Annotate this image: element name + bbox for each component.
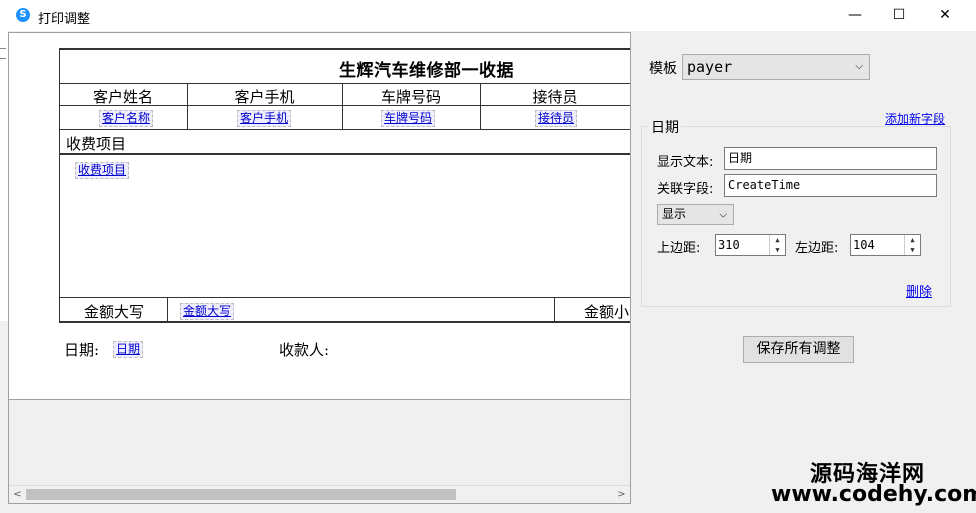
field-plate-number[interactable]: 车牌号码 xyxy=(381,110,436,127)
header-customer-name: 客户姓名 xyxy=(92,88,153,106)
amount-lower-label: 金额小 xyxy=(584,303,630,321)
header-plate-number: 车牌号码 xyxy=(380,88,441,106)
stepper-up-icon[interactable]: ▲ xyxy=(905,235,920,245)
close-button[interactable]: ✕ xyxy=(922,0,968,31)
left-margin-value: 104 xyxy=(853,238,875,252)
save-all-button[interactable]: 保存所有调整 xyxy=(743,336,854,363)
scroll-thumb[interactable] xyxy=(26,489,456,500)
row-divider xyxy=(59,129,630,130)
left-margin-label: 左边距: xyxy=(795,241,839,256)
header-receptionist: 接待员 xyxy=(532,88,578,106)
display-text-label: 显示文本: xyxy=(657,155,714,170)
date-label: 日期: xyxy=(64,341,100,359)
scroll-left-arrow[interactable]: < xyxy=(9,486,26,503)
stepper-buttons[interactable]: ▲ ▼ xyxy=(904,235,920,255)
receipt-top-border xyxy=(59,48,630,50)
group-title: 日期 xyxy=(649,117,681,137)
window-title: 打印调整 xyxy=(38,12,91,27)
add-field-link[interactable]: 添加新字段 xyxy=(885,110,945,127)
template-select[interactable]: payer ⌵ xyxy=(682,54,870,80)
chevron-down-icon: ⌵ xyxy=(855,61,863,72)
maximize-button[interactable]: ☐ xyxy=(876,0,922,31)
field-customer-phone[interactable]: 客户手机 xyxy=(237,110,292,127)
column-divider xyxy=(167,297,168,321)
template-select-value: payer xyxy=(687,58,733,76)
related-field-input[interactable]: CreateTime xyxy=(724,174,937,197)
print-preview-canvas[interactable]: 生辉汽车维修部一收据 客户姓名 客户手机 车牌号码 接待员 客户名称 客户手机 … xyxy=(8,32,631,504)
stepper-down-icon[interactable]: ▼ xyxy=(770,245,785,255)
left-margin-stepper[interactable]: 104 ▲ ▼ xyxy=(850,234,921,256)
visibility-select[interactable]: 显示 ⌵ xyxy=(657,204,734,225)
chevron-down-icon: ⌵ xyxy=(719,209,727,220)
field-customer-name[interactable]: 客户名称 xyxy=(99,110,154,127)
top-margin-value: 310 xyxy=(718,238,740,252)
row-divider xyxy=(59,153,630,155)
payee-label: 收款人: xyxy=(279,341,330,359)
receipt-paper: 生辉汽车维修部一收据 客户姓名 客户手机 车牌号码 接待员 客户名称 客户手机 … xyxy=(9,33,630,400)
column-divider xyxy=(554,297,555,321)
top-margin-stepper[interactable]: 310 ▲ ▼ xyxy=(715,234,786,256)
header-customer-phone: 客户手机 xyxy=(234,88,295,106)
edge-mark xyxy=(0,48,6,49)
display-text-input[interactable]: 日期 xyxy=(724,147,937,170)
related-field-label: 关联字段: xyxy=(657,182,714,197)
top-margin-label: 上边距: xyxy=(657,241,701,256)
stepper-up-icon[interactable]: ▲ xyxy=(770,235,785,245)
items-label: 收费项目 xyxy=(66,135,127,153)
visibility-select-value: 显示 xyxy=(662,207,687,221)
app-icon: S xyxy=(16,8,30,22)
field-items[interactable]: 收费项目 xyxy=(75,162,130,179)
template-label: 模板 xyxy=(649,61,677,77)
watermark-url: www.codehy.com xyxy=(771,482,976,507)
row-divider xyxy=(59,297,630,298)
horizontal-scrollbar[interactable]: < > xyxy=(9,485,630,503)
receipt-bottom-border xyxy=(59,321,630,323)
field-amount-upper[interactable]: 金额大写 xyxy=(180,303,235,320)
receipt-title: 生辉汽车维修部一收据 xyxy=(339,61,514,81)
minimize-button[interactable]: — xyxy=(832,0,878,31)
field-receptionist[interactable]: 接待员 xyxy=(535,110,578,127)
title-bar: S 打印调整 — ☐ ✕ xyxy=(0,0,976,31)
stepper-buttons[interactable]: ▲ ▼ xyxy=(769,235,785,255)
delete-link[interactable]: 删除 xyxy=(906,281,932,300)
scroll-right-arrow[interactable]: > xyxy=(613,486,630,503)
amount-upper-label: 金额大写 xyxy=(84,303,145,321)
stepper-down-icon[interactable]: ▼ xyxy=(905,245,920,255)
field-date[interactable]: 日期 xyxy=(113,341,144,358)
edge-mark xyxy=(0,58,6,59)
row-divider xyxy=(59,83,630,84)
